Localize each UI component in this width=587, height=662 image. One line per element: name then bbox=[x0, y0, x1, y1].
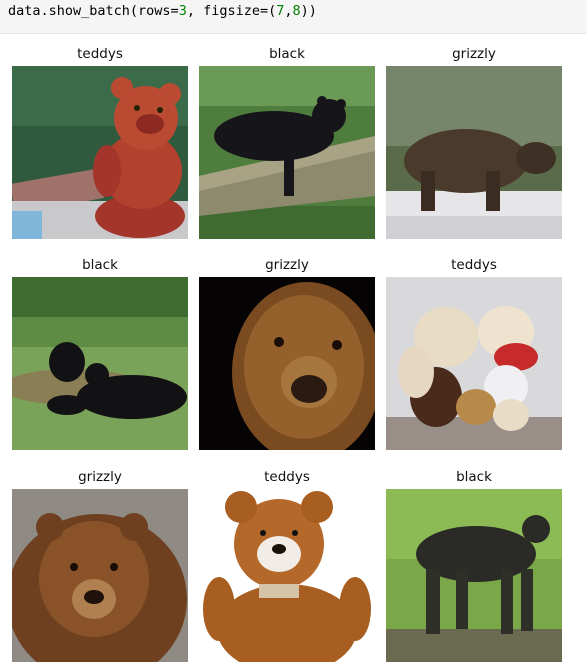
teddy-bear-photo bbox=[12, 66, 188, 239]
grizzly-portrait-photo bbox=[12, 489, 188, 662]
code-text: data.show_batch(rows= bbox=[8, 3, 179, 19]
image-label: teddys bbox=[77, 46, 123, 62]
black-bear-walking-photo bbox=[386, 489, 562, 662]
image-label: teddys bbox=[264, 469, 310, 485]
code-line: data.show_batch(rows=3, figsize=(7,8)) bbox=[8, 3, 317, 19]
code-rows-value: 3 bbox=[178, 3, 187, 19]
image-label: black bbox=[456, 469, 492, 485]
code-text: , bbox=[284, 3, 293, 19]
brown-teddy-bear-photo bbox=[199, 489, 375, 662]
code-text: )) bbox=[300, 3, 317, 19]
grizzly-face-closeup-photo bbox=[199, 277, 375, 450]
code-text: , figsize=( bbox=[186, 3, 277, 19]
image-label: black bbox=[82, 257, 118, 273]
image-label: teddys bbox=[451, 257, 497, 273]
black-bear-on-log-photo bbox=[199, 66, 375, 239]
grizzly-walking-photo bbox=[386, 66, 562, 239]
image-label: black bbox=[269, 46, 305, 62]
image-label: grizzly bbox=[452, 46, 496, 62]
code-figsize-height: 8 bbox=[292, 3, 301, 19]
image-label: grizzly bbox=[265, 257, 309, 273]
code-cell[interactable]: data.show_batch(rows=3, figsize=(7,8)) bbox=[0, 0, 587, 34]
black-bears-in-meadow-photo bbox=[12, 277, 188, 450]
teddy-bear-pile-photo bbox=[386, 277, 562, 450]
cell-output: teddys black grizzly black grizzly teddy… bbox=[0, 34, 587, 662]
image-label: grizzly bbox=[78, 469, 122, 485]
